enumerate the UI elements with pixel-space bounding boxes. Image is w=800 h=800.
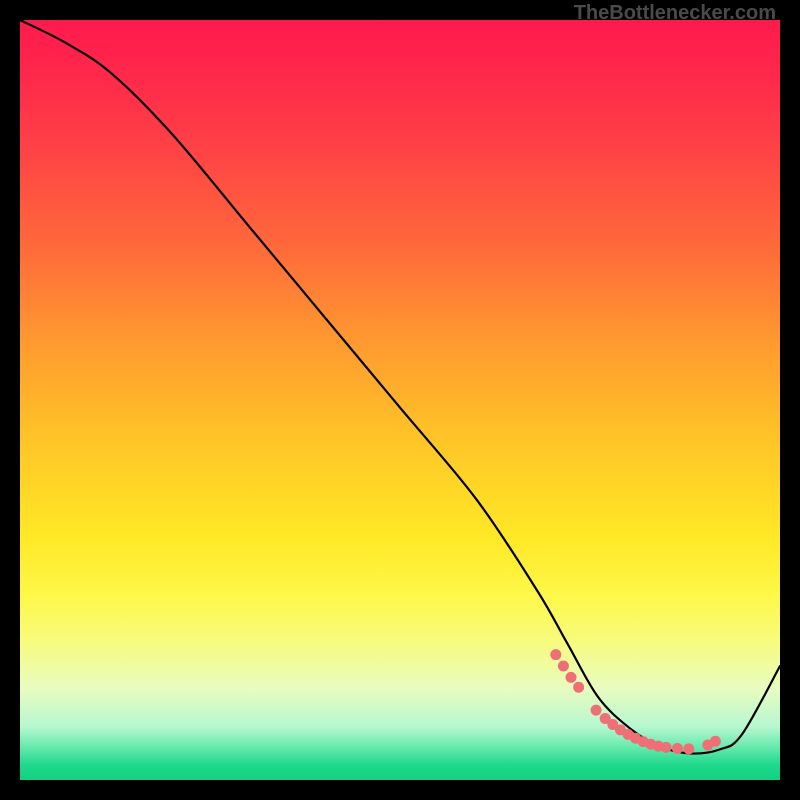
chart-frame: TheBottlenecker.com [20,20,780,780]
chart-svg [20,20,780,780]
highlight-dots-group [550,649,721,754]
curve-line [20,20,780,754]
highlight-dot [566,672,577,683]
highlight-dot [591,705,602,716]
highlight-dot [683,743,694,754]
highlight-dot [710,736,721,747]
highlight-dot [672,743,683,754]
highlight-dot [550,649,561,660]
highlight-dot [661,742,672,753]
highlight-dot [558,661,569,672]
highlight-dot [573,682,584,693]
